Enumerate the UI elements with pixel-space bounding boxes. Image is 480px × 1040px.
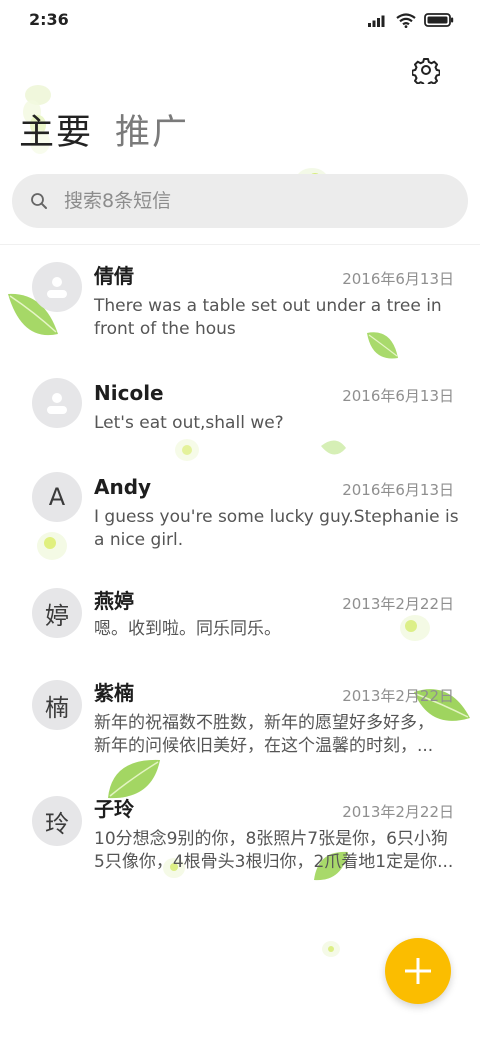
contact-name: Andy (94, 475, 152, 499)
message-preview: There was a table set out under a tree i… (94, 295, 460, 341)
status-bar: 2:36 (0, 0, 480, 40)
tab-bar: 主要 推广 (19, 108, 189, 158)
avatar: A (32, 472, 82, 522)
conversation-list: 倩倩 2016年6月13日 There was a table set out … (0, 254, 480, 904)
leaf-decoration-icon (322, 941, 340, 957)
message-preview-line: Let's eat out,shall we? (94, 413, 284, 433)
avatar: 玲 (32, 796, 82, 846)
conversation-item[interactable]: 楠 紫楠 2013年2月22日 新年的祝福数不胜数，新年的愿望好多好多， 新年的… (0, 672, 480, 788)
message-preview-line: 新年的祝福数不胜数，新年的愿望好多好多， (94, 713, 434, 733)
messages-screen: 2:36 主要 推广 搜索8条短信 倩倩 2016年6月13日 There wa… (0, 0, 480, 1040)
message-date: 2013年2月22日 (342, 803, 454, 821)
contact-name: Nicole (94, 381, 164, 405)
person-icon (47, 393, 67, 414)
message-preview-line: 10分想念9别的你，8张照片7张是你，6只小狗 (94, 829, 448, 849)
message-preview: 嗯。收到啦。同乐同乐。 (94, 618, 460, 641)
conversation-item[interactable]: 玲 子玲 2013年2月22日 10分想念9别的你，8张照片7张是你，6只小狗 … (0, 788, 480, 904)
divider (0, 244, 480, 245)
tab-promotions[interactable]: 推广 (115, 108, 189, 158)
gear-icon (411, 58, 441, 88)
message-date: 2016年6月13日 (342, 387, 454, 405)
contact-name: 燕婷 (94, 589, 134, 613)
avatar (32, 262, 82, 312)
battery-icon (424, 13, 454, 27)
avatar: 婷 (32, 588, 82, 638)
message-preview: I guess you're some lucky guy.Stephanie … (94, 506, 460, 552)
avatar (32, 378, 82, 428)
tab-primary[interactable]: 主要 (19, 108, 93, 158)
message-date: 2013年2月22日 (342, 595, 454, 613)
contact-name: 子玲 (94, 797, 134, 821)
signal-icon (368, 15, 385, 27)
message-date: 2016年6月13日 (342, 270, 454, 288)
status-icons (368, 11, 454, 29)
message-preview-line: 5只像你，4根骨头3根归你，2爪着地1定是你... (94, 852, 454, 872)
contact-name: 倩倩 (94, 264, 134, 288)
compose-button[interactable] (385, 938, 451, 1004)
conversation-item[interactable]: 倩倩 2016年6月13日 There was a table set out … (0, 254, 480, 370)
avatar: 楠 (32, 680, 82, 730)
search-icon (31, 193, 47, 209)
message-preview: 10分想念9别的你，8张照片7张是你，6只小狗 5只像你，4根骨头3根归你，2爪… (94, 828, 460, 874)
conversation-item[interactable]: Nicole 2016年6月13日 Let's eat out,shall we… (0, 370, 480, 464)
message-preview-line: front of the hous (94, 319, 236, 339)
message-date: 2013年2月22日 (342, 687, 454, 705)
search-bar[interactable]: 搜索8条短信 (12, 174, 468, 228)
message-date: 2016年6月13日 (342, 481, 454, 499)
message-preview: Let's eat out,shall we? (94, 412, 460, 435)
conversation-item[interactable]: 婷 燕婷 2013年2月22日 嗯。收到啦。同乐同乐。 (0, 580, 480, 672)
status-time: 2:36 (29, 10, 69, 29)
message-preview-line: 嗯。收到啦。同乐同乐。 (94, 619, 281, 639)
conversation-item[interactable]: A Andy 2016年6月13日 I guess you're some lu… (0, 464, 480, 580)
message-preview-line: a nice girl. (94, 530, 184, 550)
settings-button[interactable] (411, 56, 441, 88)
search-input[interactable]: 搜索8条短信 (64, 188, 171, 214)
person-icon (47, 277, 67, 298)
message-preview-line: I guess you're some lucky guy.Stephanie … (94, 507, 459, 527)
wifi-icon (396, 12, 416, 28)
plus-icon (405, 958, 431, 984)
contact-name: 紫楠 (94, 681, 134, 705)
message-preview: 新年的祝福数不胜数，新年的愿望好多好多， 新年的问候依旧美好，在这个温馨的时刻，… (94, 712, 460, 758)
message-preview-line: 新年的问候依旧美好，在这个温馨的时刻，... (94, 736, 434, 756)
message-preview-line: There was a table set out under a tree i… (94, 296, 442, 316)
